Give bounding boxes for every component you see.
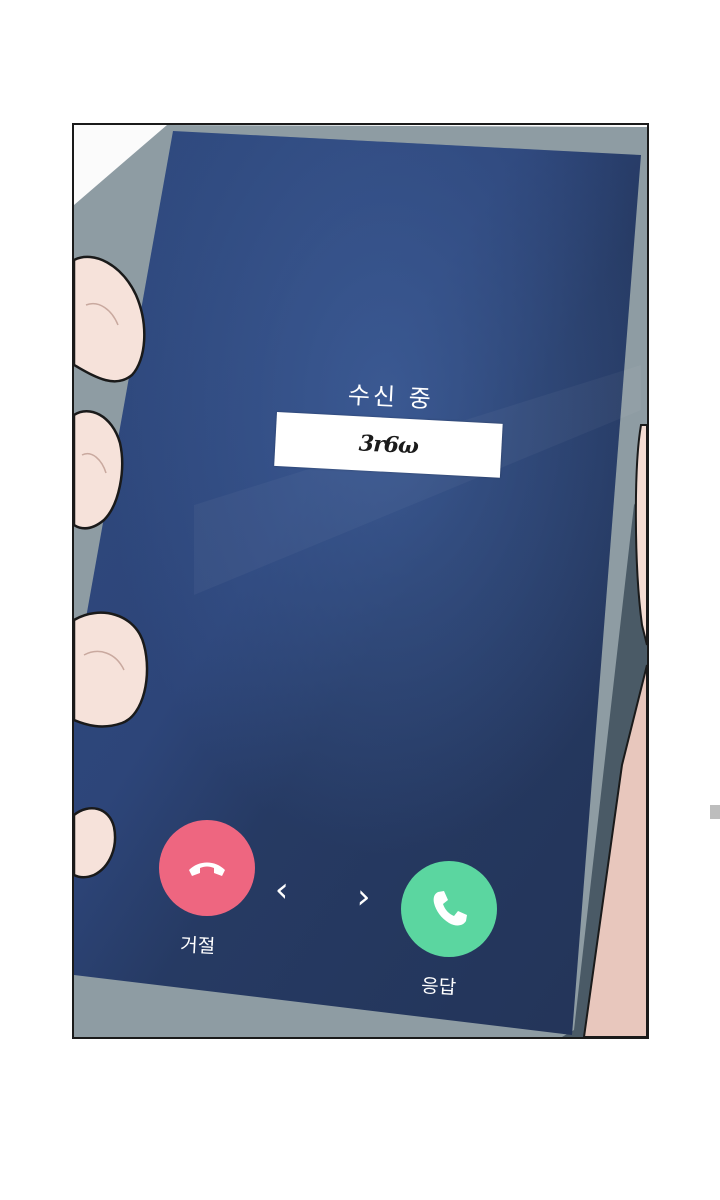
decline-label: 거절: [179, 933, 216, 958]
phone-hangup-icon: [189, 862, 225, 876]
incoming-call-status: 수신 중: [347, 380, 435, 414]
comic-panel: 수신 중 3r6ω 거절 ‹ › 응답: [72, 123, 649, 1039]
accept-call-button[interactable]: [401, 861, 497, 957]
decline-call-button[interactable]: [159, 820, 255, 916]
chevron-right-icon: ›: [355, 876, 372, 918]
chevron-left-icon: ‹: [273, 869, 290, 911]
caller-name: 3r6ω: [358, 430, 419, 460]
accept-label: 응답: [420, 974, 457, 999]
scroll-edge-marker: [710, 805, 720, 819]
phone-answer-icon: [433, 891, 467, 926]
